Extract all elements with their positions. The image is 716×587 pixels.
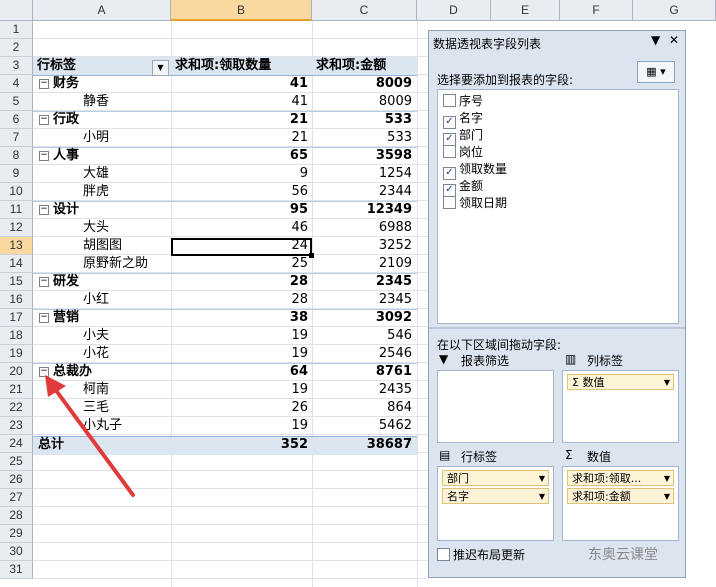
defer-checkbox[interactable] xyxy=(437,548,450,561)
drag-fields-label: 在以下区域间拖动字段: xyxy=(437,338,562,352)
column-field-chip[interactable]: Σ 数值 ▼ xyxy=(567,374,674,390)
value-field-chip[interactable]: 求和项:金额 ▼ xyxy=(567,488,674,504)
field-label: 岗位 xyxy=(459,145,484,159)
chevron-down-icon[interactable]: ▼ xyxy=(664,471,670,485)
chevron-down-icon[interactable]: ▼ xyxy=(664,489,670,503)
row-labels-label: 行标签 xyxy=(461,450,498,464)
field-label: 序号 xyxy=(459,94,484,108)
defer-label: 推迟布局更新 xyxy=(453,548,526,562)
field-label: 领取数量 xyxy=(459,162,508,176)
chevron-down-icon[interactable]: ▼ xyxy=(664,375,670,389)
chevron-down-icon[interactable]: ▼ xyxy=(539,489,545,503)
row-field-chip[interactable]: 部门 ▼ xyxy=(442,470,549,486)
field-checkbox[interactable] xyxy=(443,145,456,158)
pivot-field-list-panel: 数据透视表字段列表 ▼ ✕ ▦ ▾ 选择要添加到报表的字段: 序号 ✓ 名字 ✓ 部门岗… xyxy=(428,30,686,578)
report-filter-area[interactable] xyxy=(437,370,554,443)
field-checkbox[interactable] xyxy=(443,196,456,209)
field-label: 领取日期 xyxy=(459,196,508,210)
value-field-name: 求和项:金额 xyxy=(572,490,631,503)
field-item[interactable]: ✓ 金额 xyxy=(443,178,484,197)
column-labels-label: 列标签 xyxy=(587,354,624,368)
layout-icon: ▦ xyxy=(646,65,657,78)
field-layout-button[interactable]: ▦ ▾ xyxy=(637,61,675,83)
column-labels-area[interactable]: Σ 数值 ▼ xyxy=(562,370,679,443)
choose-fields-label: 选择要添加到报表的字段: xyxy=(437,73,574,87)
field-label: 金额 xyxy=(459,179,484,193)
column-labels-icon: ▥ xyxy=(565,352,577,366)
field-label: 名字 xyxy=(459,111,484,125)
panel-title: 数据透视表字段列表 xyxy=(433,37,542,51)
sigma-icon: Σ xyxy=(565,448,573,462)
watermark-text: 东奥云课堂 xyxy=(588,547,658,563)
values-area[interactable]: 求和项:领取... ▼ 求和项:金额 ▼ xyxy=(562,466,679,541)
field-item[interactable]: 序号 xyxy=(443,93,483,110)
value-field-chip[interactable]: 求和项:领取... ▼ xyxy=(567,470,674,486)
defer-update-option[interactable]: 推迟布局更新 xyxy=(437,546,525,563)
row-labels-area[interactable]: 部门 ▼ 名字 ▼ xyxy=(437,466,554,541)
row-labels-icon: ▤ xyxy=(439,448,451,462)
values-label: 数值 xyxy=(587,450,612,464)
row-field-name: 部门 xyxy=(447,472,469,485)
filter-icon: ▼ xyxy=(439,352,449,366)
field-item[interactable]: 领取日期 xyxy=(443,195,507,212)
field-item[interactable]: ✓ 名字 xyxy=(443,110,484,129)
report-filter-label: 报表筛选 xyxy=(461,354,510,368)
field-checkbox[interactable] xyxy=(443,94,456,107)
field-item[interactable]: ✓ 部门 xyxy=(443,127,484,146)
field-list-box: 序号 ✓ 名字 ✓ 部门 岗位 ✓ 领取数量 ✓ 金额 领取日期 xyxy=(437,89,679,324)
field-item[interactable]: ✓ 领取数量 xyxy=(443,161,508,180)
panel-close-icon[interactable]: ✕ xyxy=(669,33,679,47)
panel-menu-icon[interactable]: ▼ xyxy=(651,33,660,47)
row-field-chip[interactable]: 名字 ▼ xyxy=(442,488,549,504)
value-field-name: 求和项:领取... xyxy=(572,472,642,485)
column-field-name: Σ 数值 xyxy=(572,376,605,389)
row-field-name: 名字 xyxy=(447,490,469,503)
panel-divider[interactable] xyxy=(429,327,685,329)
chevron-down-icon[interactable]: ▼ xyxy=(539,471,545,485)
field-label: 部门 xyxy=(459,128,484,142)
field-item[interactable]: 岗位 xyxy=(443,144,483,161)
